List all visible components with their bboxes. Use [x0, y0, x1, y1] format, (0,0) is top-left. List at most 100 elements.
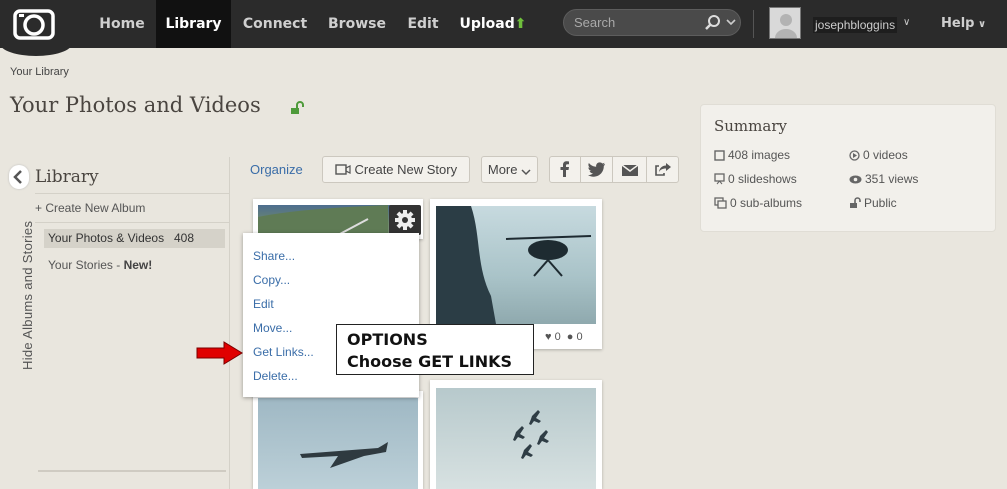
heart-icon[interactable]: ♥: [545, 331, 552, 343]
sidebar-item-count: 408: [173, 231, 194, 245]
nav-upload-label: Upload: [459, 16, 515, 32]
nav-browse[interactable]: Browse: [319, 0, 395, 48]
menu-item-edit[interactable]: Edit: [253, 297, 274, 311]
username-menu[interactable]: josephbloggins: [813, 17, 898, 33]
new-badge: New!: [123, 258, 153, 272]
page-title: Your Photos and Videos: [10, 93, 261, 117]
stat-images-label: 408 images: [728, 148, 791, 162]
play-icon: [849, 150, 860, 161]
slideshow-icon: [714, 173, 725, 185]
sidebar-separator: [229, 157, 230, 489]
facebook-icon: [560, 161, 569, 177]
menu-item-copy[interactable]: Copy...: [253, 273, 290, 287]
upload-arrow-icon: ⬆: [514, 16, 527, 32]
menu-item-move[interactable]: Move...: [253, 321, 292, 335]
top-nav-bar: Home Library Connect Browse Edit Upload⬆…: [0, 0, 1007, 56]
callout-line-2: Choose GET LINKS: [347, 352, 513, 371]
annotation-callout: OPTIONS Choose GET LINKS: [336, 324, 534, 375]
photo-thumbnail[interactable]: [436, 388, 596, 489]
chevron-down-icon[interactable]: ∨: [903, 17, 910, 28]
organize-link[interactable]: Organize: [250, 162, 303, 177]
menu-item-get-links[interactable]: Get Links...: [253, 345, 314, 359]
divider: [38, 470, 226, 472]
avatar[interactable]: [769, 7, 801, 39]
photo-thumbnail[interactable]: [258, 398, 418, 489]
chevron-left-icon: [13, 170, 22, 184]
gear-icon[interactable]: [389, 205, 421, 235]
envelope-icon: [621, 164, 638, 176]
stat-videos-label: 0 videos: [863, 148, 908, 162]
image-icon: [714, 150, 725, 161]
stat-privacy-label: Public: [864, 196, 897, 210]
username-label: josephbloggins: [815, 18, 896, 32]
stat-sub-albums: 0 sub-albums: [714, 196, 802, 210]
helicopter-image: [436, 206, 592, 324]
stat-images: 408 images: [714, 148, 790, 162]
stat-privacy: Public: [849, 196, 897, 210]
photo-tile[interactable]: [253, 391, 423, 489]
create-album-link[interactable]: + Create New Album: [35, 201, 145, 215]
camera-logo-icon[interactable]: [13, 8, 55, 40]
sidebar-item-label: Your Stories -: [48, 258, 124, 272]
twitter-share-button[interactable]: [580, 156, 613, 183]
red-arrow-icon: [196, 341, 243, 365]
twitter-icon: [587, 162, 605, 177]
help-menu[interactable]: Help ∨: [941, 0, 986, 48]
search-box[interactable]: [563, 9, 741, 36]
nav-upload[interactable]: Upload⬆: [451, 0, 535, 48]
eye-icon: [849, 175, 862, 184]
settings-icon: [395, 210, 415, 230]
email-share-button[interactable]: [612, 156, 647, 183]
stat-slideshows: 0 slideshows: [714, 172, 797, 186]
help-label: Help: [941, 16, 975, 31]
jet-aircraft-image: [300, 442, 388, 468]
collapse-sidebar-button[interactable]: [9, 165, 29, 189]
unlock-icon: [850, 197, 861, 208]
search-icon[interactable]: [704, 14, 722, 32]
divider: [35, 193, 229, 194]
create-story-button[interactable]: Create New Story: [322, 156, 470, 183]
unlock-icon[interactable]: [290, 101, 304, 115]
nav-divider: [753, 10, 754, 38]
tile-stats: ♥ 0 ● 0: [545, 331, 583, 343]
comment-icon[interactable]: ●: [567, 331, 574, 343]
stat-sub-albums-label: 0 sub-albums: [730, 196, 803, 210]
stat-views: 351 views: [849, 172, 918, 186]
chevron-down-icon[interactable]: [725, 16, 737, 28]
create-story-label: Create New Story: [354, 162, 458, 177]
nav-connect[interactable]: Connect: [231, 0, 319, 48]
hide-albums-toggle[interactable]: Hide Albums and Stories: [20, 221, 35, 370]
more-button[interactable]: More: [481, 156, 538, 183]
callout-line-1: OPTIONS: [347, 330, 428, 349]
stat-slideshows-label: 0 slideshows: [728, 172, 797, 186]
divider: [35, 222, 229, 223]
sidebar-item-stories[interactable]: Your Stories - New!: [48, 258, 152, 272]
facebook-share-button[interactable]: [549, 156, 581, 183]
likes-count: 0: [554, 331, 561, 343]
share-link-button[interactable]: [646, 156, 679, 183]
nav-home[interactable]: Home: [88, 0, 156, 48]
summary-panel: Summary 408 images 0 videos 0 slideshows…: [700, 104, 996, 232]
chevron-down-icon: ∨: [974, 19, 987, 30]
photo-tile[interactable]: [430, 380, 602, 489]
summary-title: Summary: [714, 117, 787, 135]
share-arrow-icon: [654, 163, 671, 176]
sidebar-item-label: Your Photos & Videos: [48, 231, 165, 245]
jet-formation-image: [513, 410, 549, 459]
comments-count: 0: [576, 331, 583, 343]
sidebar-item-photos-videos[interactable]: Your Photos & Videos 408: [44, 229, 225, 248]
photo-thumbnail[interactable]: [436, 206, 596, 324]
breadcrumb[interactable]: Your Library: [10, 66, 69, 78]
menu-item-share[interactable]: Share...: [253, 249, 295, 263]
nav-library[interactable]: Library: [156, 0, 231, 48]
stat-videos: 0 videos: [849, 148, 908, 162]
menu-item-delete[interactable]: Delete...: [253, 369, 298, 383]
story-icon: [335, 164, 351, 175]
sub-albums-icon: [714, 197, 727, 209]
stat-views-label: 351 views: [865, 172, 919, 186]
nav-edit[interactable]: Edit: [395, 0, 451, 48]
sidebar-title: Library: [35, 167, 99, 187]
search-input[interactable]: [574, 13, 700, 32]
more-label: More: [487, 162, 518, 177]
chevron-down-icon: [521, 169, 531, 176]
